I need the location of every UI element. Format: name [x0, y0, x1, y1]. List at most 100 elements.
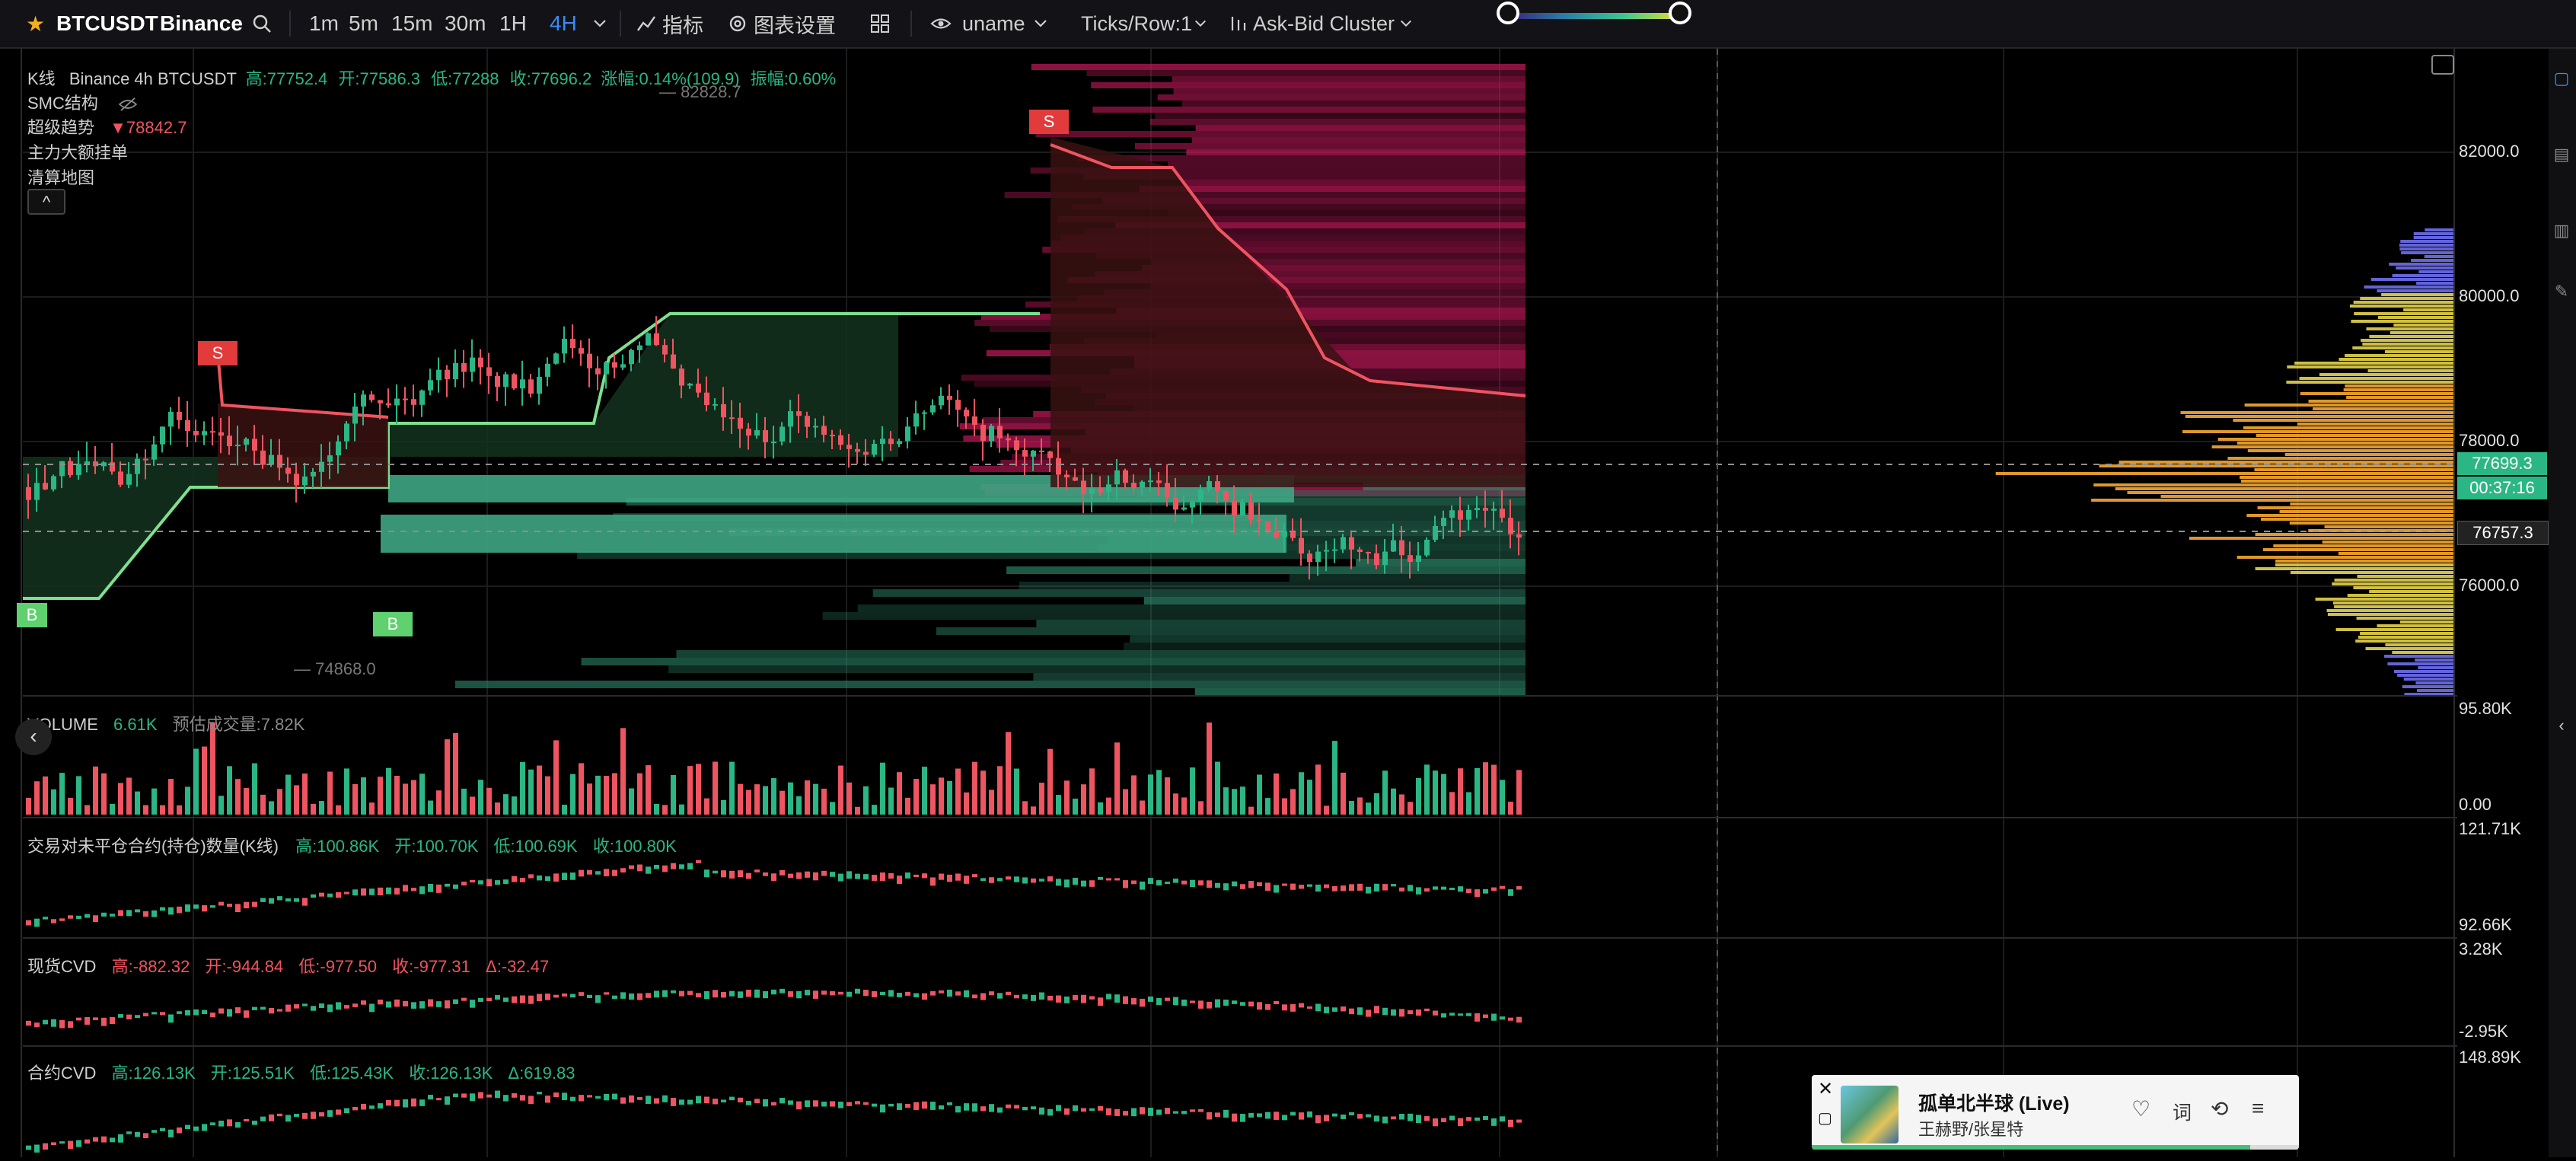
timeframe-5m[interactable]: 5m	[349, 0, 378, 47]
volume-profile-bar	[2364, 285, 2454, 289]
indicator-candle	[989, 991, 994, 996]
indicators-button[interactable]: 指标	[636, 0, 703, 47]
indicator-candle	[637, 864, 642, 872]
candle-body	[1466, 509, 1471, 520]
indicator-candle	[1341, 1006, 1346, 1012]
volume-bar	[1391, 788, 1396, 815]
timeframe-4h[interactable]: 4H	[550, 0, 577, 47]
indicator-candle	[738, 991, 743, 998]
eye-hidden-icon[interactable]	[118, 97, 138, 112]
indicator-liquidation-map[interactable]: 清算地图	[27, 164, 94, 189]
playback-progress-bar[interactable]	[1812, 1145, 2299, 1150]
indicator-smc[interactable]: SMC结构	[27, 90, 138, 114]
candle-body	[503, 374, 509, 388]
candle-body	[855, 448, 860, 452]
restore-window-icon[interactable]: ▢	[1818, 1108, 1832, 1128]
candle-body	[1223, 490, 1229, 501]
indicator-candle	[1324, 1006, 1329, 1013]
chart-settings-button[interactable]: 图表设置	[728, 0, 836, 47]
user-menu[interactable]: uname	[930, 0, 1048, 47]
timeframe-1h[interactable]: 1H	[499, 0, 527, 47]
ticks-per-row-dropdown[interactable]: Ticks/Row:1	[1081, 0, 1207, 47]
indicator-candle	[135, 1015, 140, 1019]
book-icon[interactable]: ▥	[2552, 221, 2571, 241]
slider-left-handle[interactable]	[1497, 2, 1519, 24]
indicator-candle	[729, 990, 735, 997]
indicator-candle	[1299, 885, 1304, 889]
indicator-big-orders[interactable]: 主力大额挂单	[27, 139, 128, 164]
price-chart[interactable]	[0, 49, 2576, 1157]
slider-right-handle[interactable]	[1669, 2, 1691, 24]
lyrics-button[interactable]: 词	[2173, 1098, 2192, 1125]
liquidity-heat-band	[454, 681, 1526, 688]
indicator-candle	[1265, 882, 1270, 891]
indicator-candle	[1391, 884, 1396, 887]
indicator-candle	[252, 1120, 257, 1125]
liquidity-heat-band	[1289, 574, 1526, 582]
expand-panel-icon[interactable]: ‹	[2552, 716, 2571, 735]
layout-grid-icon[interactable]	[869, 0, 891, 47]
volume-profile-bar	[2411, 259, 2454, 262]
candle-body	[955, 400, 961, 410]
volume-bar	[378, 777, 383, 815]
indicator-candle	[126, 1131, 132, 1134]
indicator-candle	[369, 1105, 375, 1109]
indicator-supertrend[interactable]: 超级趋势 ▼78842.7	[27, 114, 187, 139]
volume-bar	[738, 783, 743, 815]
indicator-candle	[76, 915, 81, 920]
volume-bar	[587, 783, 592, 815]
list-icon[interactable]: ▤	[2552, 145, 2571, 164]
candle-body	[344, 423, 349, 442]
futures-cvd-delta: Δ:619.83	[508, 1064, 575, 1083]
timeframe-15m[interactable]: 15m	[391, 0, 432, 47]
chart-area[interactable]	[0, 49, 2576, 1157]
liquidation-heat-band	[1139, 186, 1526, 192]
indicator-candle	[1190, 879, 1195, 888]
indicator-candle	[729, 1096, 735, 1101]
timeframe-dropdown-icon[interactable]	[592, 0, 607, 47]
volume-bar	[269, 801, 274, 815]
playlist-icon[interactable]: ≡	[2252, 1096, 2264, 1121]
liquidation-heat-band	[1186, 149, 1526, 155]
indicator-candle	[821, 990, 827, 995]
heart-icon[interactable]: ♡	[2131, 1096, 2150, 1121]
timeframe-1m[interactable]: 1m	[309, 0, 339, 47]
indicator-candle	[687, 990, 693, 995]
repeat-icon[interactable]: ⟲	[2211, 1096, 2228, 1121]
indicator-candle	[1274, 1000, 1279, 1005]
close-icon[interactable]: ✕	[1818, 1078, 1833, 1100]
cluster-mode-dropdown[interactable]: Ask-Bid Cluster	[1229, 0, 1413, 47]
exchange-name[interactable]: Binance	[160, 0, 243, 47]
album-art[interactable]	[1841, 1086, 1899, 1143]
collapse-panel-button[interactable]: ‹	[15, 719, 52, 755]
collapse-legend-button[interactable]: ^	[27, 189, 65, 215]
indicator-candle	[1516, 886, 1522, 890]
indicator-candle	[84, 1016, 90, 1025]
panel-icon[interactable]: ▢	[2552, 69, 2571, 88]
indicator-candle	[319, 1112, 324, 1117]
indicator-candle	[637, 1096, 642, 1100]
search-icon[interactable]	[251, 0, 273, 47]
volume-profile-bar	[2347, 594, 2454, 597]
indicator-candle	[964, 1103, 969, 1111]
indicator-candle	[244, 1010, 249, 1018]
symbol-name[interactable]: BTCUSDT	[56, 0, 158, 47]
volume-axis-top: 95.80K	[2459, 699, 2512, 718]
indicator-candle	[1491, 887, 1497, 891]
candle-body	[821, 426, 827, 435]
chevron-down-icon	[1034, 20, 1047, 27]
indicator-candle	[1257, 1113, 1262, 1118]
indicator-candle	[553, 1092, 559, 1098]
indicator-candle	[1098, 1105, 1103, 1111]
volume-bar	[503, 794, 509, 815]
indicator-candle	[445, 1096, 450, 1105]
screenshot-icon[interactable]	[2431, 55, 2454, 75]
spot-cvd-axis-top: 3.28K	[2459, 939, 2503, 958]
edit-icon[interactable]: ✎	[2552, 282, 2571, 301]
volume-profile-bar	[2324, 525, 2454, 528]
indicator-candle	[1458, 1013, 1463, 1016]
timeframe-30m[interactable]: 30m	[445, 0, 486, 47]
favorite-star-icon[interactable]: ★	[26, 0, 45, 47]
volume-bar	[486, 787, 492, 815]
indicator-candle	[135, 1131, 140, 1137]
